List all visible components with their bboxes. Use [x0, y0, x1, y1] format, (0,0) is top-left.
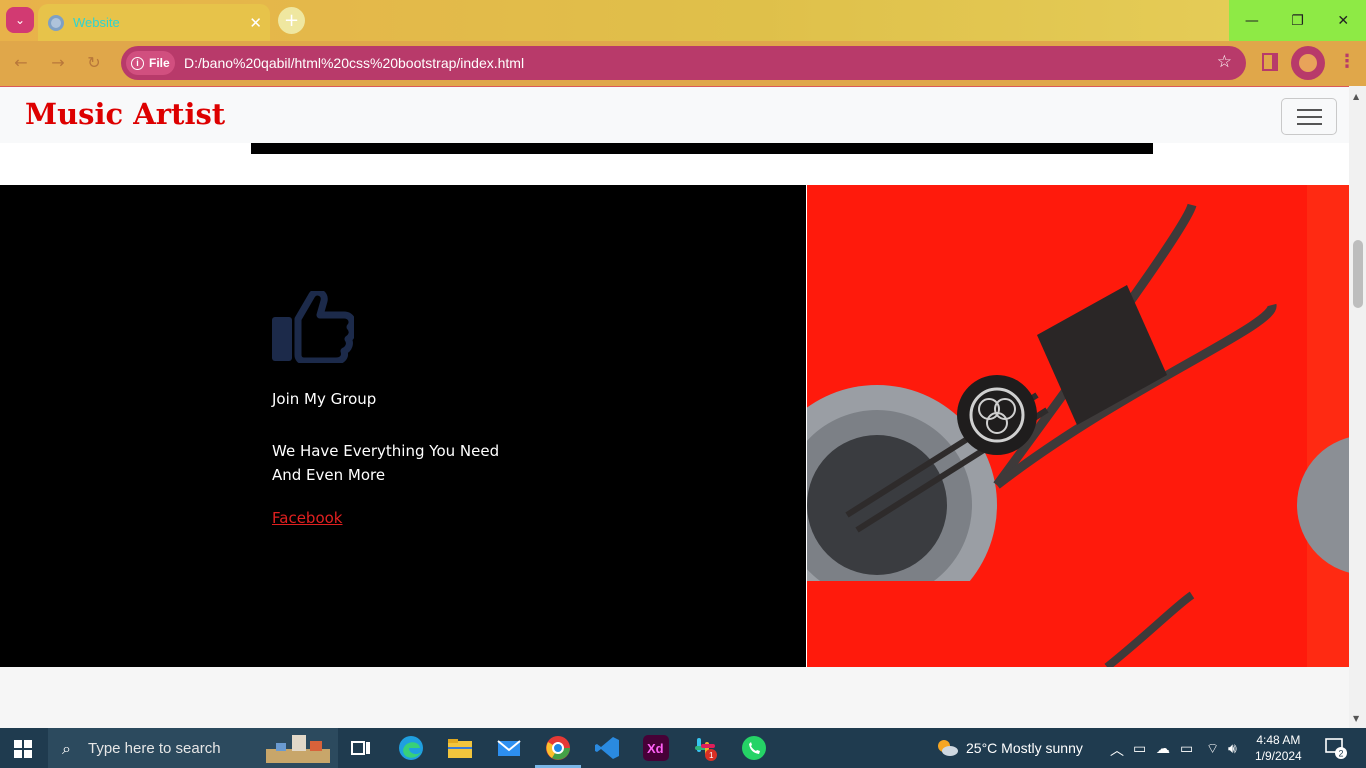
mail-icon[interactable]	[495, 734, 523, 762]
thumbs-up-icon	[272, 291, 354, 363]
browser-tab[interactable]: Website ✕	[38, 4, 270, 41]
close-window-button[interactable]: ✕	[1320, 0, 1366, 41]
window-controls: — ❐ ✕	[1229, 0, 1366, 41]
search-icon: ⌕	[62, 739, 71, 758]
back-arrow-icon[interactable]: ←	[10, 52, 32, 74]
meet-now-icon[interactable]: ▭	[1133, 740, 1146, 757]
page-viewport: Music Artist Join My Group We Have Every…	[0, 86, 1366, 728]
whatsapp-icon[interactable]	[740, 734, 768, 762]
url-text[interactable]: D:/bano%20qabil/html%20css%20bootstrap/i…	[184, 55, 524, 71]
svg-text:Xd: Xd	[647, 741, 664, 756]
site-info-chip[interactable]: i File	[126, 51, 175, 75]
browser-tab-bar: ⌄ Website ✕ + — ❐ ✕	[0, 0, 1366, 41]
next-section-background	[0, 667, 1349, 728]
reload-icon[interactable]: ↻	[83, 52, 105, 74]
previous-section-bottom	[251, 143, 1153, 154]
chip-label: File	[149, 56, 170, 70]
new-tab-button[interactable]: +	[278, 7, 305, 34]
hamburger-line	[1297, 109, 1322, 111]
join-group-section: Join My Group We Have Everything You Nee…	[0, 185, 1349, 667]
taskbar-search-box[interactable]: ⌕ Type here to search	[48, 728, 338, 768]
headphones-illustration	[807, 185, 1349, 667]
site-brand[interactable]: Music Artist	[25, 97, 225, 131]
info-icon: i	[131, 56, 144, 70]
scroll-up-arrow-icon[interactable]: ▲	[1353, 92, 1359, 101]
side-panel-icon[interactable]	[1262, 53, 1278, 71]
browser-toolbar: ← → ↻ i File D:/bano%20qabil/html%20css%…	[0, 41, 1366, 86]
facebook-link[interactable]: Facebook	[272, 509, 342, 527]
chrome-icon[interactable]	[535, 734, 581, 768]
clock-date: 1/9/2024	[1255, 749, 1302, 763]
tab-title: Website	[73, 15, 120, 30]
hamburger-line	[1297, 116, 1322, 118]
weather-text[interactable]: 25°C Mostly sunny	[966, 740, 1083, 756]
windows-taskbar: ⌕ Type here to search Xd 1 25°C Mostly s…	[0, 728, 1366, 768]
site-navbar: Music Artist	[0, 87, 1349, 143]
slack-icon[interactable]: 1	[691, 734, 719, 762]
show-hidden-icons-chevron-icon[interactable]: ︿	[1110, 740, 1124, 760]
task-view-icon[interactable]	[347, 734, 375, 762]
windows-start-icon[interactable]	[14, 740, 32, 758]
more-menu-icon[interactable]: ⋮	[1338, 51, 1356, 72]
weather-icon[interactable]	[936, 738, 958, 761]
slack-badge: 1	[709, 751, 714, 760]
profile-avatar[interactable]	[1291, 46, 1325, 80]
restore-button[interactable]: ❐	[1275, 0, 1321, 41]
volume-icon[interactable]: 🔊︎	[1228, 740, 1237, 757]
search-placeholder: Type here to search	[88, 740, 221, 757]
scrollbar-thumb[interactable]	[1353, 240, 1363, 308]
system-clock[interactable]: 4:48 AM 1/9/2024	[1255, 732, 1302, 764]
minimize-button[interactable]: —	[1229, 0, 1275, 41]
search-highlight-illustration	[266, 735, 330, 763]
battery-icon[interactable]: ▭	[1180, 740, 1193, 757]
feature-heading: Join My Group	[272, 390, 377, 408]
globe-icon	[48, 14, 64, 31]
notification-center-icon[interactable]: 2	[1324, 736, 1348, 763]
hamburger-line	[1297, 123, 1322, 125]
notification-count: 2	[1339, 749, 1344, 759]
feature-description: We Have Everything You Need And Even Mor…	[272, 442, 500, 484]
headphones-image	[806, 185, 1349, 667]
edge-browser-icon[interactable]	[397, 734, 425, 762]
tab-close-icon[interactable]: ✕	[249, 14, 262, 32]
tab-search-button[interactable]: ⌄	[6, 7, 34, 33]
bookmark-star-icon[interactable]: ☆	[1217, 52, 1232, 72]
vscode-icon[interactable]	[593, 734, 621, 762]
page-scrollbar[interactable]: ▲ ▼	[1349, 86, 1366, 728]
scroll-down-arrow-icon[interactable]: ▼	[1353, 714, 1359, 723]
navbar-toggler-button[interactable]	[1281, 98, 1337, 135]
forward-arrow-icon[interactable]: →	[47, 52, 69, 74]
file-explorer-icon[interactable]	[446, 734, 474, 762]
onedrive-icon[interactable]: ☁	[1156, 740, 1170, 757]
address-bar[interactable]: i File D:/bano%20qabil/html%20css%20boot…	[121, 46, 1246, 80]
adobe-xd-icon[interactable]: Xd	[642, 734, 670, 762]
clock-time: 4:48 AM	[1256, 733, 1301, 747]
wifi-icon[interactable]: ⌔	[1206, 740, 1219, 758]
